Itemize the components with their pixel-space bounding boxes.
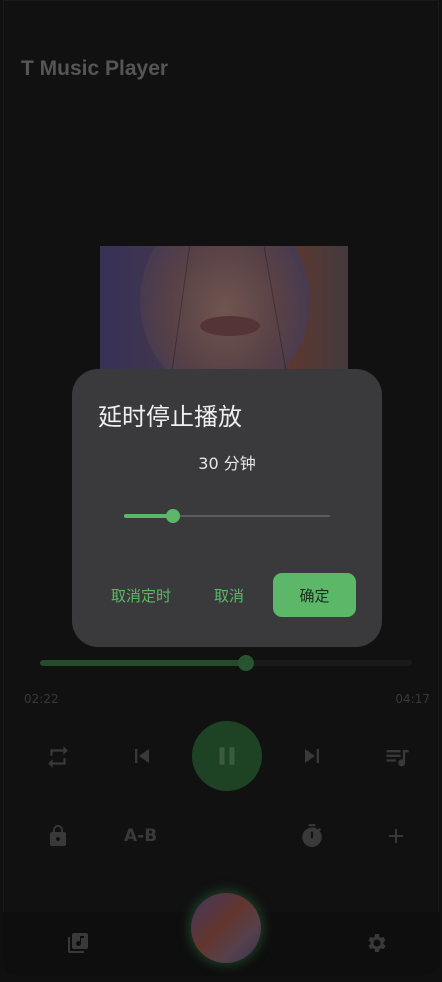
- cancel-timer-button[interactable]: 取消定时: [111, 585, 171, 606]
- timer-slider-thumb[interactable]: [166, 509, 181, 523]
- screen: T Music Player 02:22 04:17 A-B 延时停止播放 30…: [0, 0, 442, 982]
- sleep-timer-dialog: 延时停止播放 30 分钟 取消定时 取消 确定: [72, 369, 382, 647]
- dialog-title: 延时停止播放: [98, 403, 242, 431]
- timer-minutes-label: 30 分钟: [198, 454, 256, 473]
- confirm-button[interactable]: 确定: [273, 573, 356, 617]
- cancel-button[interactable]: 取消: [214, 585, 244, 606]
- timer-slider[interactable]: [124, 509, 330, 523]
